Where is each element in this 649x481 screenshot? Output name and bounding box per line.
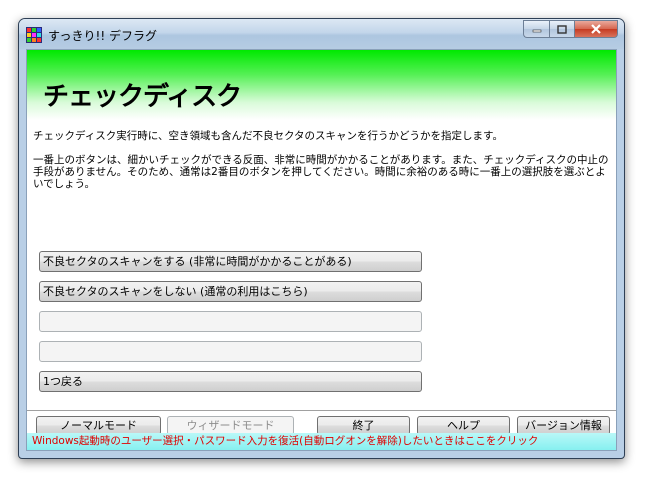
restore-logon-link[interactable]: Windows起動時のユーザー選択・パスワード入力を復活(自動ログオンを解除)し… [27,433,616,450]
description-line-1: チェックディスク実行時に、空き領域も含んだ不良セクタのスキャンを行うかどうかを指… [33,130,503,142]
skip-bad-sectors-button[interactable]: 不良セクタのスキャンをしない (通常の利用はこちら) [39,281,422,302]
bottom-separator [27,410,616,411]
minimize-button[interactable] [523,20,549,38]
header-banner: チェックディスク [27,50,616,120]
minimize-icon [532,29,541,33]
window-title: すっきり!! デフラグ [48,29,157,43]
description-line-2: 一番上のボタンは、細かいチェックができる反面、非常に時間がかかることがあります。… [33,154,609,190]
empty-choice-button-3 [39,311,422,332]
caption-buttons [523,20,618,38]
title-bar[interactable]: すっきり!! デフラグ [19,19,624,49]
close-icon [591,24,601,34]
close-button[interactable] [575,20,618,38]
client-area: チェックディスク チェックディスク実行時に、空き領域も含んだ不良セクタのスキャン… [26,49,617,451]
app-window: すっきり!! デフラグ チェックディスク チェックディスク実行時に、空き領域も含… [18,18,625,459]
defrag-app-icon[interactable] [26,27,42,43]
empty-choice-button-4 [39,341,422,362]
page-title: チェックディスク [43,82,242,112]
scan-bad-sectors-button[interactable]: 不良セクタのスキャンをする (非常に時間がかかることがある) [39,251,422,272]
back-button[interactable]: 1つ戻る [39,371,422,392]
maximize-button[interactable] [549,20,575,38]
maximize-icon [557,24,567,34]
